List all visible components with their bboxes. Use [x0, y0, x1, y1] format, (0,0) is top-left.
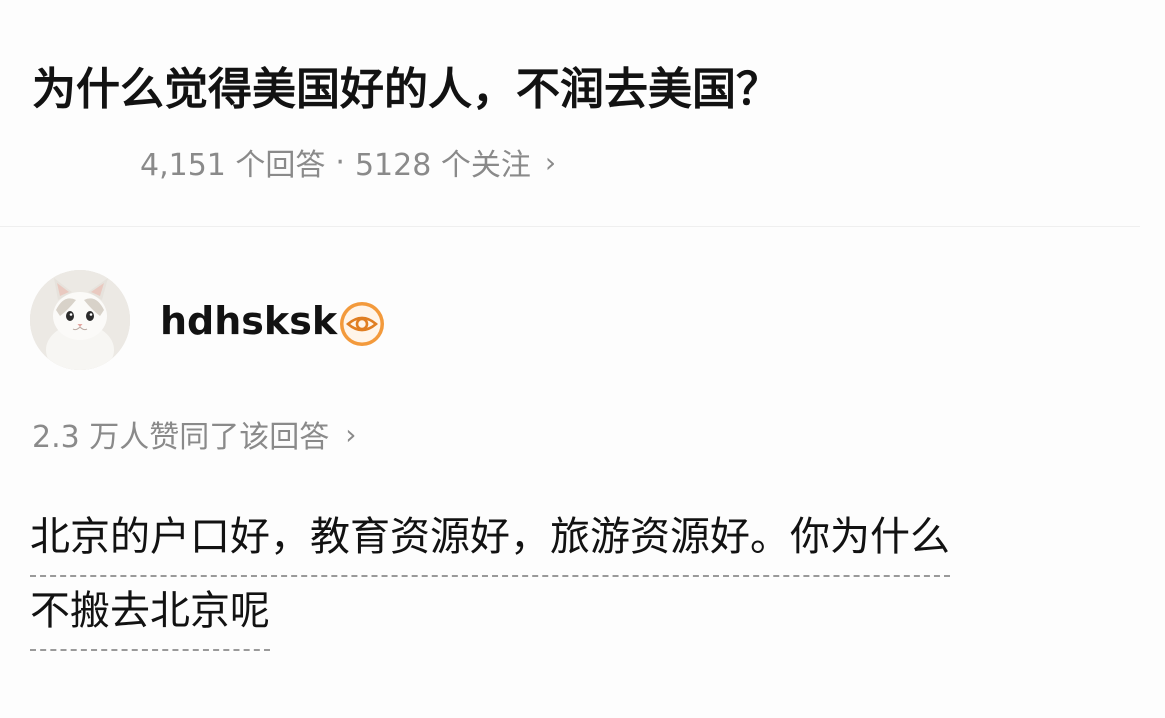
section-divider	[0, 226, 1140, 227]
question-meta[interactable]: 4,151 个回答 · 5128 个关注 ›	[140, 140, 556, 184]
eye-badge-icon	[340, 302, 384, 346]
answer-line[interactable]: 北京的户口好，教育资源好，旅游资源好。你为什么	[30, 503, 950, 577]
cat-avatar-icon	[30, 270, 130, 370]
answers-count: 4,151 个回答	[140, 148, 326, 183]
chevron-right-icon: ›	[345, 417, 357, 451]
upvote-info[interactable]: 2.3 万人赞同了该回答 ›	[32, 412, 356, 456]
answer-line[interactable]: 不搬去北京呢	[30, 577, 270, 651]
author-avatar[interactable]	[30, 270, 130, 370]
answer-page: 为什么觉得美国好的人，不润去美国？ 4,151 个回答 · 5128 个关注 ›…	[0, 0, 1165, 718]
answer-body[interactable]: 北京的户口好，教育资源好，旅游资源好。你为什么 不搬去北京呢	[30, 503, 1130, 651]
followers-count: 5128 个关注	[354, 148, 531, 183]
meta-separator: ·	[335, 144, 345, 180]
upvote-count-text: 2.3 万人赞同了该回答	[32, 420, 330, 455]
question-title[interactable]: 为什么觉得美国好的人，不润去美国？	[32, 58, 1132, 122]
author-name[interactable]: hdhsksk	[160, 295, 337, 347]
chevron-right-icon: ›	[544, 145, 557, 179]
